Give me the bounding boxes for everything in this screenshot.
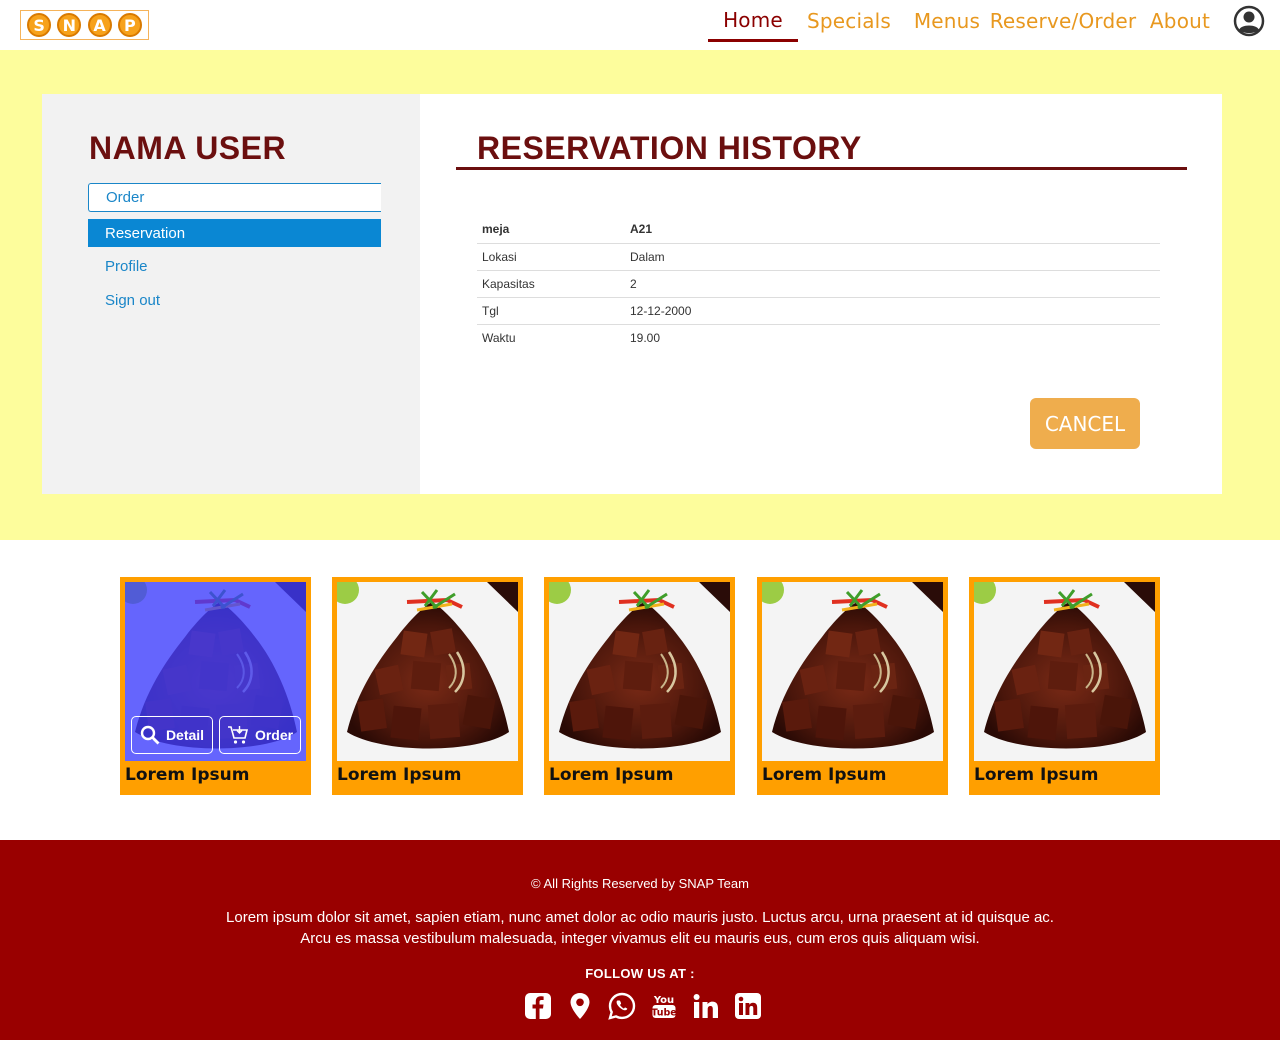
row-value: 12-12-2000	[625, 296, 1160, 324]
linkedin-box-icon[interactable]	[734, 991, 762, 1021]
card-image[interactable]	[549, 582, 730, 761]
user-circle-icon[interactable]	[1233, 5, 1265, 37]
card-image[interactable]: Detail Order	[125, 582, 306, 761]
row-value: A21	[630, 222, 653, 237]
menu-card[interactable]: Lorem Ipsum	[969, 577, 1160, 795]
nav-reserve-order[interactable]: Reserve/Order	[990, 0, 1136, 42]
logo-letter: A	[87, 13, 112, 37]
facebook-icon[interactable]	[524, 991, 552, 1021]
youtube-icon[interactable]: You Tube	[650, 991, 678, 1021]
row-value: Dalam	[625, 242, 1160, 270]
card-title: Lorem Ipsum	[549, 765, 674, 785]
social-links: You Tube	[524, 991, 762, 1021]
table-row: meja A21	[477, 216, 1160, 243]
order-button[interactable]: Order	[219, 716, 301, 754]
page-title: RESERVATION HISTORY	[477, 130, 862, 166]
svg-text:You: You	[653, 995, 674, 1006]
table-row: Lokasi Dalam	[477, 242, 1160, 270]
cart-icon	[227, 726, 248, 744]
search-icon	[140, 725, 160, 745]
card-hover-overlay: Detail Order	[125, 582, 306, 761]
row-value: 19.00	[625, 323, 1160, 351]
user-name-heading: NAMA USER	[89, 130, 287, 166]
map-pin-icon[interactable]	[566, 991, 594, 1021]
rendang-dish-image	[337, 582, 518, 761]
row-key: Waktu	[477, 323, 625, 351]
row-key: meja	[482, 222, 510, 237]
card-image[interactable]	[762, 582, 943, 761]
nav-about[interactable]: About	[1148, 0, 1212, 42]
rendang-dish-image	[974, 582, 1155, 761]
snap-logo[interactable]: S N A P	[20, 10, 149, 40]
card-title: Lorem Ipsum	[762, 765, 887, 785]
table-row: Tgl 12-12-2000	[477, 296, 1160, 324]
top-header: S N A P Home Specials Menus Reserve/Orde…	[0, 0, 1280, 50]
footer-description-line: Lorem ipsum dolor sit amet, sapien etiam…	[226, 909, 1054, 926]
row-key: Kapasitas	[477, 269, 625, 297]
sidebar-item-profile[interactable]: Profile	[88, 252, 381, 281]
detail-label: Detail	[165, 727, 205, 743]
svg-text:Tube: Tube	[651, 1008, 676, 1019]
card-title: Lorem Ipsum	[125, 765, 250, 785]
copyright-text: © All Rights Reserved by SNAP Team	[531, 876, 749, 891]
sidebar-item-reservation[interactable]: Reservation	[88, 219, 381, 247]
logo-letter: P	[117, 13, 142, 37]
card-title: Lorem Ipsum	[337, 765, 462, 785]
sidebar-item-order[interactable]: Order	[88, 183, 381, 212]
nav-home[interactable]: Home	[708, 0, 798, 42]
sidebar-item-sign-out[interactable]: Sign out	[88, 286, 381, 315]
logo-letter: S	[27, 13, 52, 37]
menu-card[interactable]: Lorem Ipsum	[544, 577, 735, 795]
linkedin-icon[interactable]	[692, 991, 720, 1021]
menu-card[interactable]: Lorem Ipsum	[757, 577, 948, 795]
footer-description-line: Arcu es massa vestibulum malesuada, inte…	[300, 930, 980, 947]
card-title: Lorem Ipsum	[974, 765, 1099, 785]
order-label: Order	[254, 727, 294, 743]
menu-card[interactable]: Lorem Ipsum	[332, 577, 523, 795]
nav-specials[interactable]: Specials	[805, 0, 893, 42]
table-row: Waktu 19.00	[477, 323, 1160, 351]
follow-label: FOLLOW US AT :	[585, 966, 695, 981]
nav-menus[interactable]: Menus	[910, 0, 984, 42]
row-key: Lokasi	[477, 242, 625, 270]
row-value: 2	[625, 269, 1160, 297]
whatsapp-icon[interactable]	[608, 991, 636, 1021]
rendang-dish-image	[762, 582, 943, 761]
footer: © All Rights Reserved by SNAP Team Lorem…	[0, 840, 1280, 1040]
logo-letter: N	[57, 13, 82, 37]
menu-card[interactable]: Detail Order Lorem Ipsum	[120, 577, 311, 795]
cancel-button[interactable]: CANCEL	[1030, 398, 1140, 449]
card-image[interactable]	[974, 582, 1155, 761]
title-underline	[456, 167, 1187, 170]
reservation-table: meja A21 Lokasi Dalam Kapasitas 2 Tgl 12…	[477, 216, 1160, 351]
table-row: Kapasitas 2	[477, 269, 1160, 297]
card-image[interactable]	[337, 582, 518, 761]
rendang-dish-image	[549, 582, 730, 761]
detail-button[interactable]: Detail	[131, 716, 213, 754]
row-key: Tgl	[477, 296, 625, 324]
footer-description: Lorem ipsum dolor sit amet, sapien etiam…	[0, 907, 1280, 949]
